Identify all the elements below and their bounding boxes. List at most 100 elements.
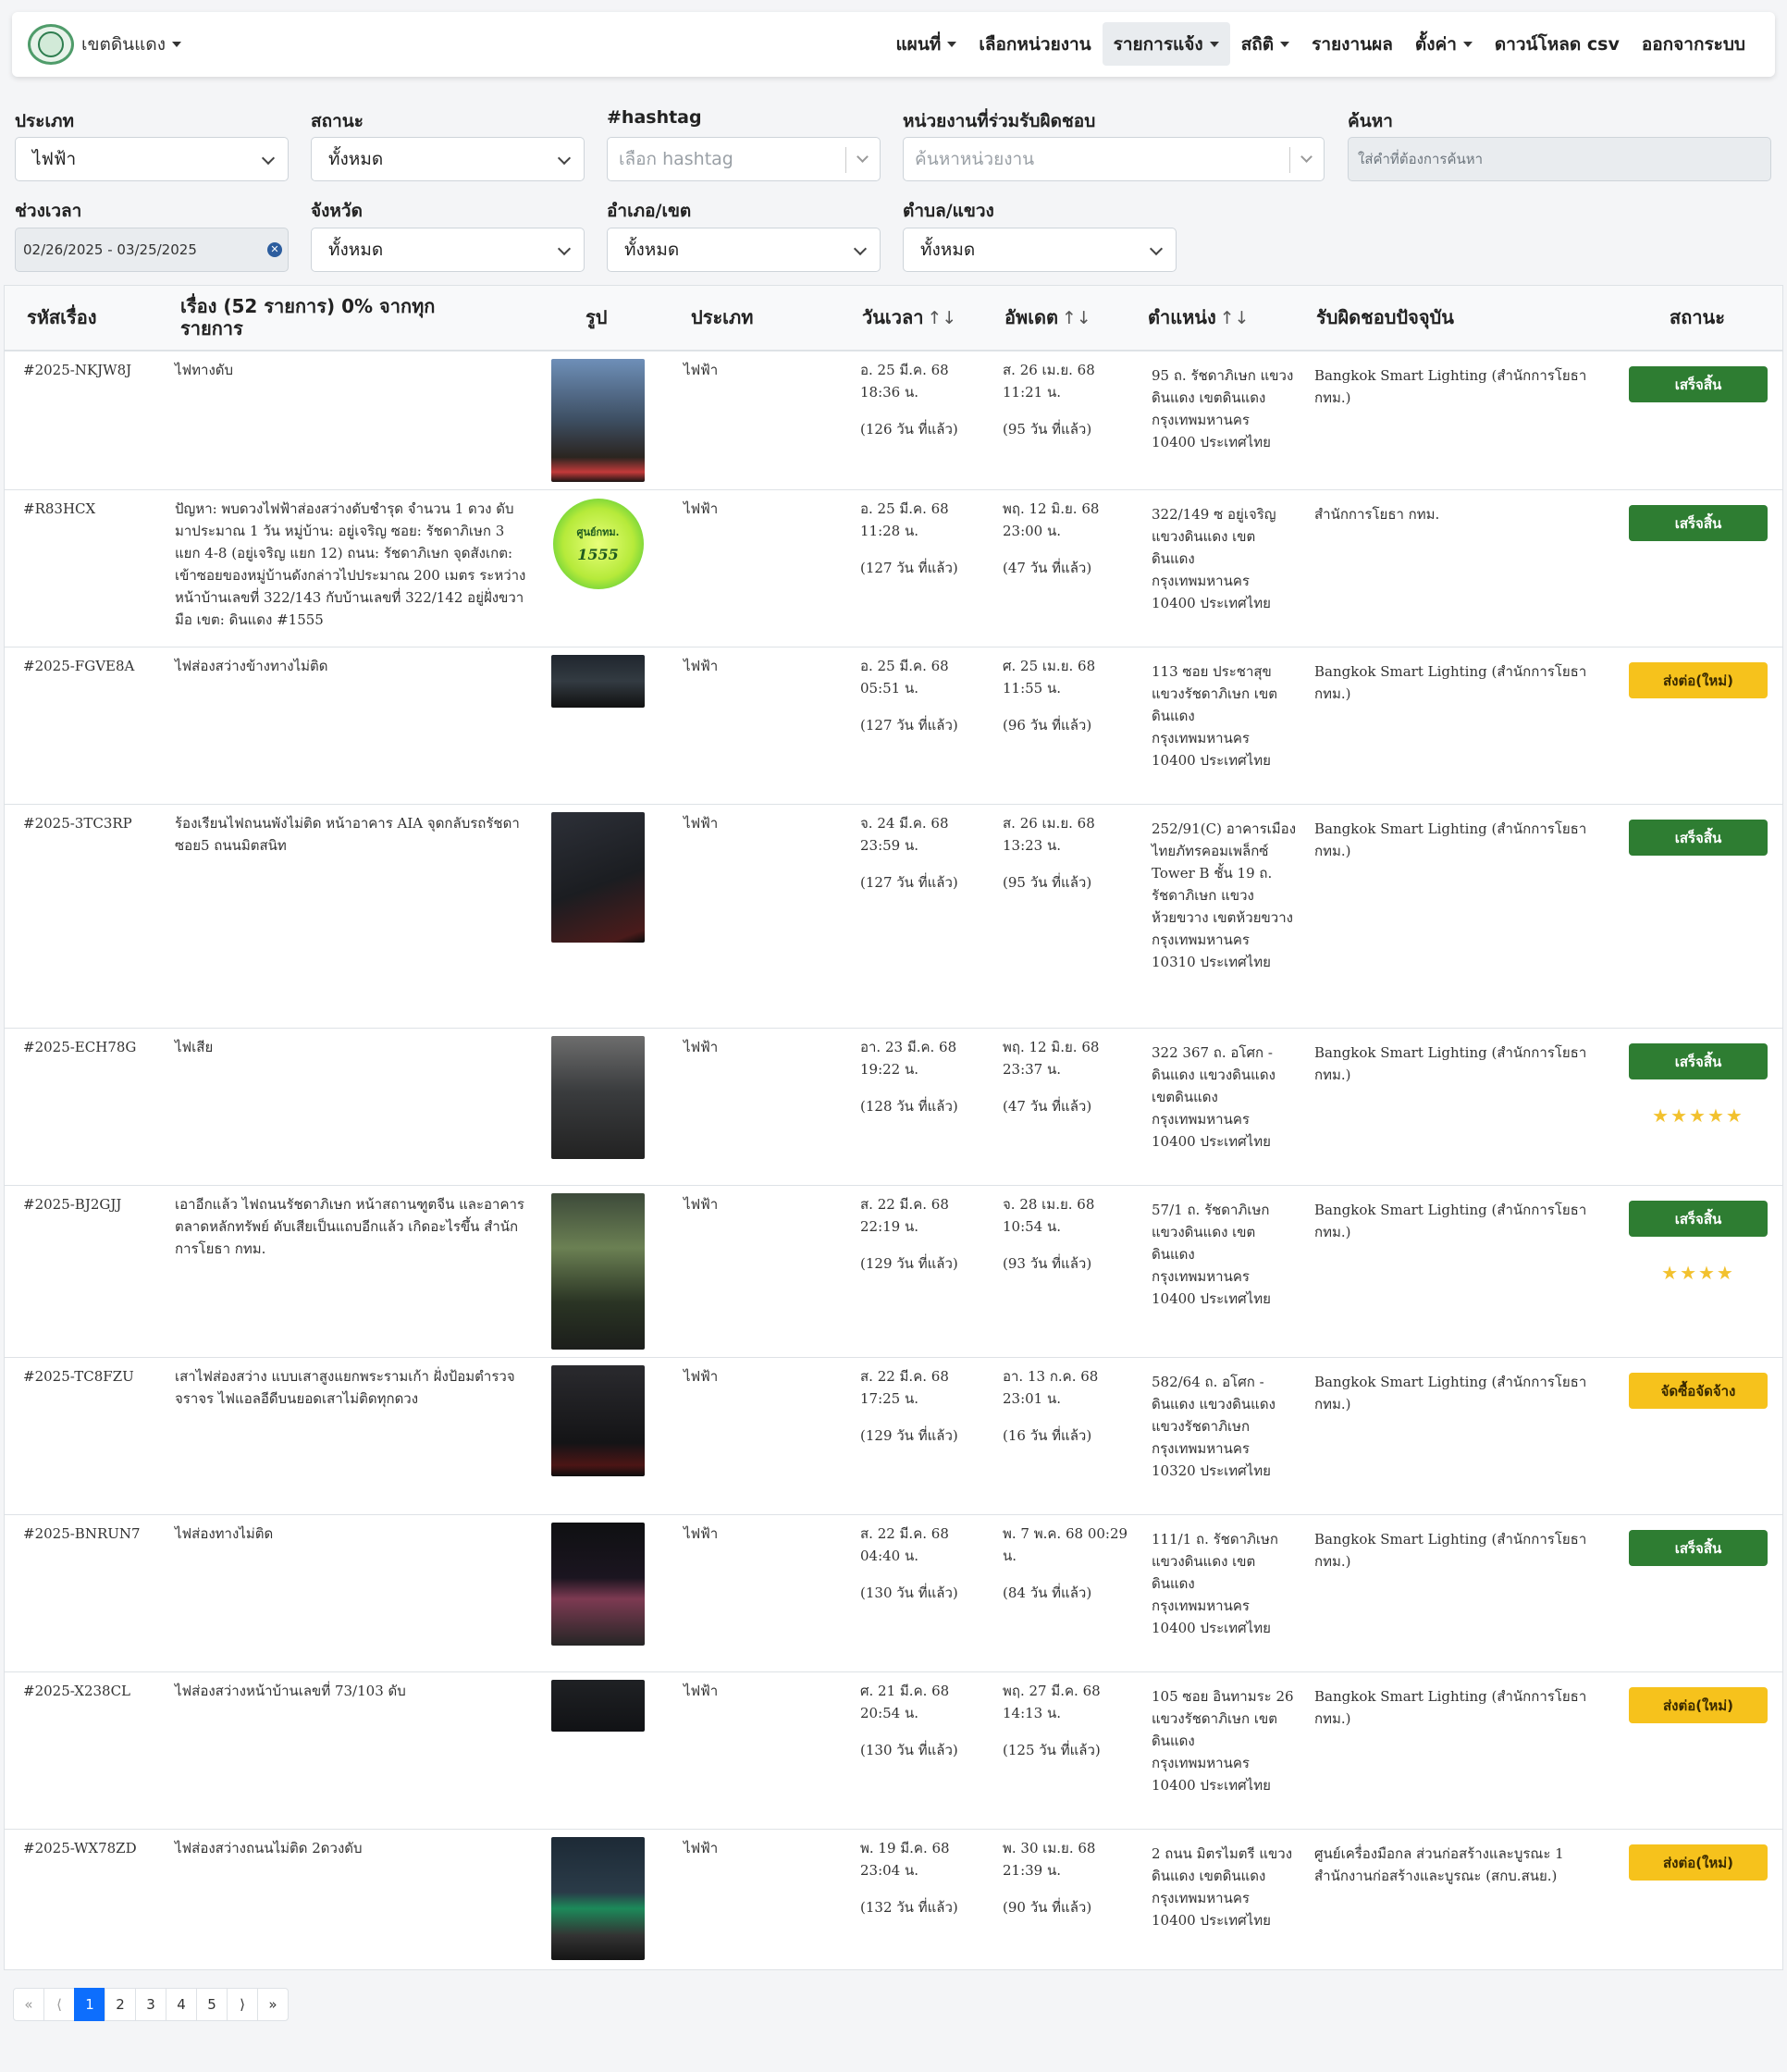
report-id[interactable]: #2025-WX78ZD — [23, 1837, 137, 1859]
status-select[interactable]: ทั้งหมด — [311, 137, 585, 181]
search-input[interactable]: ใส่คำที่ต้องการค้นหา — [1348, 137, 1771, 181]
report-type: ไฟฟ้า — [684, 1039, 719, 1055]
header-updated[interactable]: อัพเดต ↑↓ — [1004, 306, 1091, 329]
report-title[interactable]: เอาอีกแล้ว ไฟถนนรัชดาภิเษก หน้าสถานฑูตจี… — [175, 1193, 526, 1260]
nav-map[interactable]: แผนที่ — [884, 22, 967, 66]
first-page-button[interactable]: « — [13, 1988, 44, 2021]
report-title[interactable]: เสาไฟส่องสว่าง แบบเสาสูงแยกพระรามเก้า ฝั… — [175, 1365, 526, 1410]
report-title[interactable]: ไฟส่องทางไม่ติด — [175, 1523, 526, 1545]
header-type[interactable]: ประเภท — [691, 306, 753, 328]
report-photo[interactable] — [551, 359, 645, 482]
report-id[interactable]: #2025-BJ2GJJ — [23, 1193, 121, 1215]
report-photo[interactable] — [551, 812, 645, 943]
report-title[interactable]: ไฟส่องสว่างหน้าบ้านเลขที่ 73/103 ดับ — [175, 1680, 526, 1702]
report-responsible: Bangkok Smart Lighting (สำนักการโยธา กทม… — [1314, 1374, 1587, 1412]
table-row[interactable]: #2025-NKJW8J ไฟทางดับ ไฟฟ้า อ. 25 มี.ค. … — [5, 352, 1782, 490]
page-1-button[interactable]: 1 — [74, 1988, 105, 2021]
report-title[interactable]: ไฟส่องสว่างข้างทางไม่ติด — [175, 655, 526, 677]
type-select[interactable]: ไฟฟ้า — [15, 137, 289, 181]
report-id[interactable]: #2025-BNRUN7 — [23, 1523, 141, 1545]
table-row[interactable]: #2025-ECH78G ไฟเสีย ไฟฟ้า อา. 23 มี.ค. 6… — [5, 1029, 1782, 1186]
report-photo[interactable]: ศูนย์กทม. 1555 — [551, 498, 645, 590]
clear-icon[interactable]: ✕ — [267, 242, 282, 257]
table-row[interactable]: #2025-X238CL ไฟส่องสว่างหน้าบ้านเลขที่ 7… — [5, 1672, 1782, 1830]
report-title[interactable]: ไฟส่องสว่างถนนไม่ติด 2ดวงดับ — [175, 1837, 526, 1859]
report-photo[interactable] — [551, 1036, 645, 1159]
next-page-button[interactable]: ⟩ — [227, 1988, 258, 2021]
report-photo[interactable] — [551, 1523, 645, 1646]
report-responsible: Bangkok Smart Lighting (สำนักการโยธา กทม… — [1314, 1688, 1587, 1727]
report-updated: ส. 26 เม.ย. 68 11:21 น. (95 วัน ที่แล้ว) — [1003, 362, 1095, 438]
province-select[interactable]: ทั้งหมด — [311, 228, 585, 272]
report-photo[interactable] — [551, 1365, 645, 1476]
report-title[interactable]: ไฟทางดับ — [175, 359, 526, 381]
hashtag-select[interactable]: เลือก hashtag — [607, 137, 881, 181]
header-title[interactable]: เรื่อง (52 รายการ) 0% จากทุกรายการ — [180, 295, 476, 339]
status-badge[interactable]: เสร็จสิ้น — [1629, 1043, 1768, 1079]
nav-reports-list[interactable]: รายการแจ้ง — [1102, 22, 1230, 66]
table-row[interactable]: #2025-BJ2GJJ เอาอีกแล้ว ไฟถนนรัชดาภิเษก … — [5, 1186, 1782, 1358]
header-responsible[interactable]: รับผิดชอบปัจจุบัน — [1316, 306, 1454, 328]
report-date: อา. 23 มี.ค. 68 19:22 น. (128 วัน ที่แล้ว… — [860, 1039, 958, 1115]
brand-name: เขตดินแดง — [81, 34, 166, 55]
report-photo[interactable] — [551, 1193, 645, 1350]
brand-dropdown[interactable]: เขตดินแดง — [28, 24, 182, 65]
status-badge[interactable]: ส่งต่อ(ใหม่) — [1629, 662, 1768, 698]
report-updated: พ. 30 เม.ย. 68 21:39 น. (90 วัน ที่แล้ว) — [1003, 1840, 1096, 1916]
sort-icon[interactable]: ↑↓ — [927, 308, 956, 328]
status-badge[interactable]: เสร็จสิ้น — [1629, 366, 1768, 402]
nav-settings[interactable]: ตั้งค่า — [1404, 22, 1484, 66]
last-page-button[interactable]: » — [257, 1988, 289, 2021]
nav-download-csv[interactable]: ดาวน์โหลด csv — [1484, 22, 1631, 66]
page-3-button[interactable]: 3 — [135, 1988, 166, 2021]
report-id[interactable]: #2025-NKJW8J — [23, 359, 131, 381]
status-badge[interactable]: เสร็จสิ้น — [1629, 820, 1768, 856]
report-photo[interactable] — [551, 655, 645, 708]
prev-page-button[interactable]: ⟨ — [43, 1988, 75, 2021]
table-row[interactable]: #R83HCX ปัญหา: พบดวงไฟฟ้าส่องสว่างดับชำร… — [5, 490, 1782, 648]
report-id[interactable]: #R83HCX — [23, 498, 95, 520]
table-row[interactable]: #2025-WX78ZD ไฟส่องสว่างถนนไม่ติด 2ดวงดั… — [5, 1830, 1782, 1970]
header-datetime[interactable]: วันเวลา ↑↓ — [862, 306, 956, 329]
page-5-button[interactable]: 5 — [196, 1988, 228, 2021]
report-title[interactable]: ปัญหา: พบดวงไฟฟ้าส่องสว่างดับชำรุด จำนวน… — [175, 498, 526, 631]
report-title[interactable]: ไฟเสีย — [175, 1036, 526, 1058]
report-id[interactable]: #2025-TC8FZU — [23, 1365, 134, 1388]
nav-results-report[interactable]: รายงานผล — [1300, 22, 1404, 66]
status-badge[interactable]: ส่งต่อ(ใหม่) — [1629, 1844, 1768, 1881]
table-row[interactable]: #2025-BNRUN7 ไฟส่องทางไม่ติด ไฟฟ้า ส. 22… — [5, 1515, 1782, 1672]
nav-select-agency[interactable]: เลือกหน่วยงาน — [967, 22, 1102, 66]
district-select[interactable]: ทั้งหมด — [607, 228, 881, 272]
header-id[interactable]: รหัสเรื่อง — [27, 306, 97, 328]
header-location[interactable]: ตำแหน่ง ↑↓ — [1148, 306, 1250, 329]
status-badge[interactable]: ส่งต่อ(ใหม่) — [1629, 1687, 1768, 1723]
chevron-down-icon — [261, 151, 276, 166]
agency-select[interactable]: ค้นหาหน่วยงาน — [903, 137, 1325, 181]
page-2-button[interactable]: 2 — [105, 1988, 136, 2021]
sort-icon[interactable]: ↑↓ — [1220, 308, 1250, 328]
status-badge[interactable]: เสร็จสิ้น — [1629, 1201, 1768, 1237]
date-range-input[interactable]: 02/26/2025 - 03/25/2025 ✕ — [15, 228, 289, 272]
header-status[interactable]: สถานะ — [1670, 306, 1725, 328]
nav-statistics[interactable]: สถิติ — [1230, 22, 1300, 66]
status-badge[interactable]: จัดซื้อจัดจ้าง — [1629, 1373, 1768, 1409]
table-row[interactable]: #2025-TC8FZU เสาไฟส่องสว่าง แบบเสาสูงแยก… — [5, 1358, 1782, 1515]
report-photo[interactable] — [551, 1837, 645, 1960]
report-id[interactable]: #2025-ECH78G — [23, 1036, 136, 1058]
report-id[interactable]: #2025-FGVE8A — [23, 655, 134, 677]
status-badge[interactable]: เสร็จสิ้น — [1629, 505, 1768, 541]
page-4-button[interactable]: 4 — [166, 1988, 197, 2021]
status-badge[interactable]: เสร็จสิ้น — [1629, 1530, 1768, 1566]
table-row[interactable]: #2025-FGVE8A ไฟส่องสว่างข้างทางไม่ติด ไฟ… — [5, 648, 1782, 805]
sort-icon[interactable]: ↑↓ — [1062, 308, 1091, 328]
report-photo[interactable] — [551, 1680, 645, 1732]
report-id[interactable]: #2025-3TC3RP — [23, 812, 132, 834]
subdistrict-select[interactable]: ทั้งหมด — [903, 228, 1177, 272]
report-responsible: สำนักการโยธา กทม. — [1314, 506, 1440, 523]
chevron-down-icon — [172, 42, 182, 47]
table-row[interactable]: #2025-3TC3RP ร้องเรียนไฟถนนพังไม่ติด หน้… — [5, 805, 1782, 1029]
nav-logout[interactable]: ออกจากระบบ — [1631, 22, 1756, 66]
report-title[interactable]: ร้องเรียนไฟถนนพังไม่ติด หน้าอาคาร AIA จุ… — [175, 812, 526, 857]
chevron-down-icon — [853, 241, 868, 256]
report-id[interactable]: #2025-X238CL — [23, 1680, 130, 1702]
